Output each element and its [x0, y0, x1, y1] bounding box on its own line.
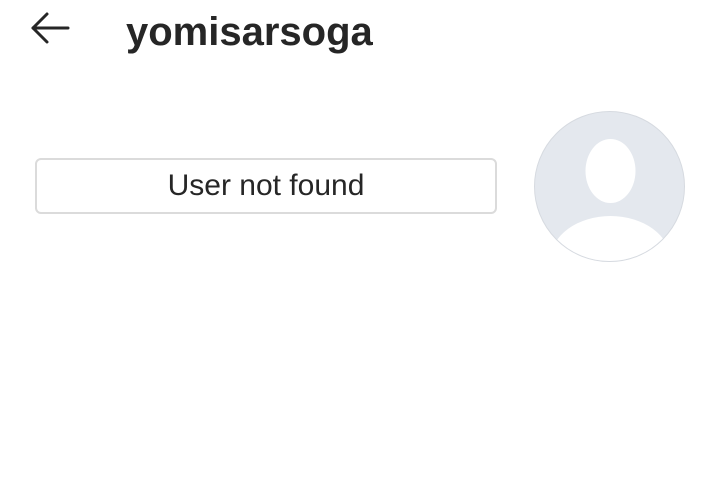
avatar	[534, 111, 685, 262]
back-button[interactable]	[24, 8, 74, 48]
default-avatar-icon	[550, 139, 671, 261]
user-not-found-button[interactable]: User not found	[35, 158, 497, 214]
header-bar: yomisarsoga	[0, 0, 716, 70]
arrow-left-icon	[31, 12, 70, 44]
profile-username: yomisarsoga	[126, 10, 373, 54]
